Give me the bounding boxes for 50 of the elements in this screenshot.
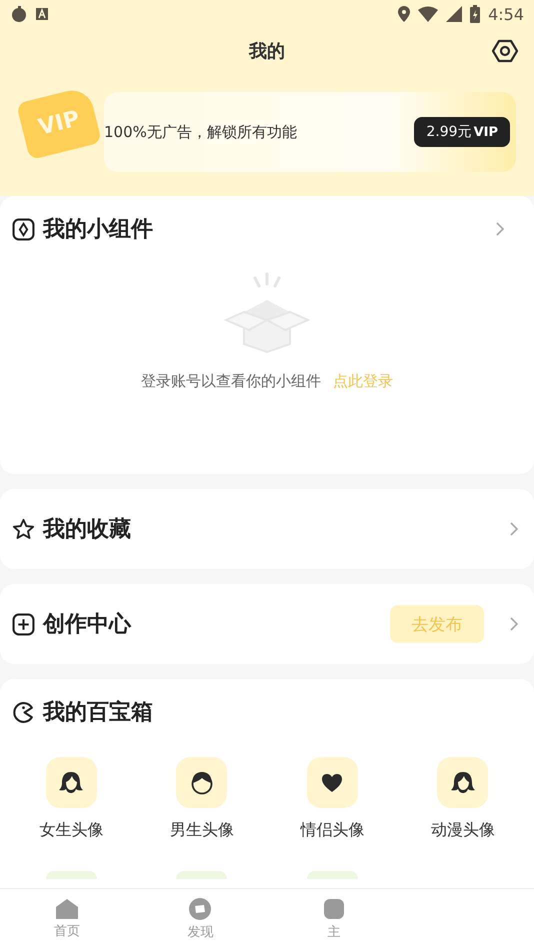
boy-avatar-icon	[190, 770, 214, 794]
plus-square-icon	[12, 612, 35, 636]
card-title: 我的小组件	[43, 216, 154, 244]
chevron-right-icon[interactable]	[510, 617, 518, 631]
notification-icon	[36, 8, 48, 20]
girl-avatar-icon	[450, 770, 476, 794]
chevron-right-icon[interactable]	[510, 522, 518, 536]
card-title: 创作中心	[43, 610, 132, 639]
nav-tab[interactable]: 主	[267, 889, 400, 950]
page-title: 我的	[249, 40, 285, 63]
battery-icon	[470, 5, 480, 23]
card-title: 我的收藏	[43, 516, 132, 544]
pacman-icon	[12, 700, 35, 724]
tool-tile[interactable]	[306, 757, 358, 808]
location-icon	[398, 6, 410, 22]
settings-button[interactable]	[490, 37, 520, 65]
tool-tile[interactable]	[46, 871, 97, 879]
tool-tile[interactable]	[437, 757, 488, 808]
girl-avatar-icon	[58, 770, 84, 794]
nav-tab[interactable]: 首页	[0, 889, 134, 950]
publish-button[interactable]: 去发布	[390, 605, 484, 643]
chevron-right-icon[interactable]	[496, 222, 504, 236]
empty-state-text: 登录账号以查看你的小组件	[141, 372, 321, 391]
nav-tab[interactable]: 发现	[134, 889, 267, 950]
compass-icon	[189, 898, 212, 920]
tool-label: 男生头像	[170, 820, 234, 841]
vip-promo-text: 100%无广告，解锁所有功能	[104, 122, 298, 142]
favorites-card[interactable]: 我的收藏	[0, 489, 534, 569]
tool-label: 女生头像	[39, 820, 104, 841]
tool-label: 情侣头像	[300, 820, 364, 841]
widget-icon	[12, 218, 35, 240]
clock-time: 4:54	[488, 4, 524, 24]
heart-icon	[321, 772, 344, 792]
empty-box-icon	[221, 270, 313, 356]
vip-price-button[interactable]: 2.99元VIP	[414, 117, 510, 147]
home-icon	[56, 899, 78, 919]
card-title: 我的百宝箱	[43, 698, 154, 727]
tool-tile[interactable]	[306, 871, 358, 879]
login-link[interactable]: 点此登录	[333, 372, 393, 391]
tool-tile[interactable]	[176, 871, 228, 879]
app-icon	[10, 5, 28, 23]
settings-icon	[492, 39, 518, 63]
wifi-icon	[418, 6, 438, 22]
creation-card[interactable]: 创作中心 去发布	[0, 584, 534, 664]
tool-tile[interactable]	[176, 757, 228, 808]
tool-tile[interactable]	[46, 757, 97, 808]
tool-label: 动漫头像	[430, 820, 495, 841]
star-icon	[12, 518, 35, 540]
signal-icon	[446, 6, 462, 22]
vip-banner[interactable]: 100%无广告，解锁所有功能 2.99元VIP	[104, 92, 516, 172]
